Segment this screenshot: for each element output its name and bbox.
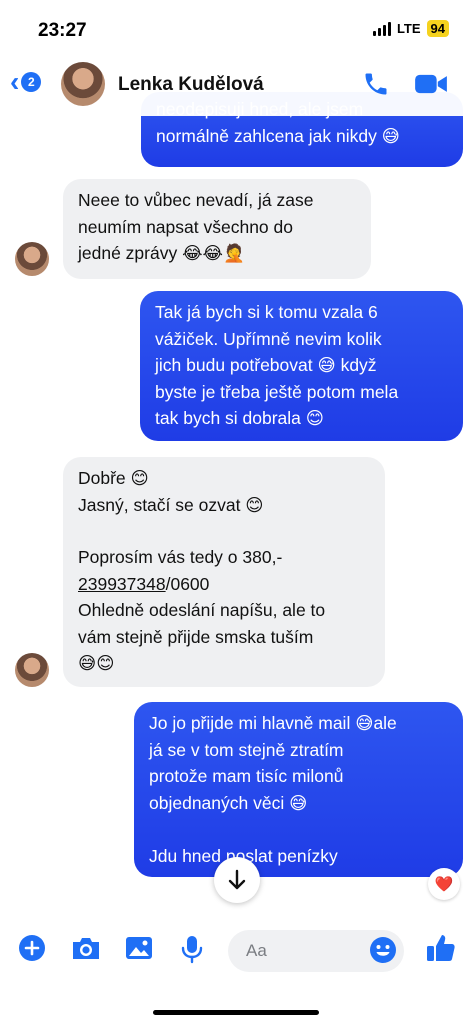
chevron-left-icon: ‹ xyxy=(10,66,20,97)
heart-reaction[interactable]: ❤️ xyxy=(428,868,460,900)
back-button[interactable]: ‹ 2 xyxy=(10,66,42,97)
message-incoming[interactable]: Neee to vůbec nevadí, já zase neumím nap… xyxy=(63,179,371,279)
chat-header: ‹ 2 Lenka Kudělová xyxy=(0,52,473,116)
plus-icon[interactable] xyxy=(18,934,46,967)
image-icon[interactable] xyxy=(124,934,154,967)
message-outgoing[interactable]: Tak já bych si k tomu vzala 6 vážiček. U… xyxy=(140,291,463,441)
account-suffix: /0600 xyxy=(165,573,210,594)
home-indicator xyxy=(153,1010,319,1015)
message-text: Tak já bych si k tomu vzala 6 vážiček. U… xyxy=(155,302,399,428)
network-label: LTE xyxy=(396,21,421,36)
message-text: Jo jo přijde mi hlavně mail 😅ale já se v… xyxy=(149,713,397,866)
message-text: Neee to vůbec nevadí, já zase neumím nap… xyxy=(78,190,314,263)
message-line: Jasný, stačí se ozvat 😊 xyxy=(78,494,264,515)
message-line: Poprosím vás tedy o 380,- xyxy=(78,547,283,567)
signal-icon xyxy=(372,21,391,36)
scroll-to-bottom-button[interactable] xyxy=(214,857,260,903)
emoji-icon[interactable] xyxy=(369,936,397,969)
contact-avatar[interactable] xyxy=(61,62,105,106)
status-time: 23:27 xyxy=(38,20,87,41)
account-number: 239937348/0600 xyxy=(78,571,370,598)
message-list[interactable]: neodepisuji hned, ale jsem normálně zahl… xyxy=(0,92,473,916)
message-line: Ohledně odeslání napíšu, ale to vám stej… xyxy=(78,600,326,673)
contact-name[interactable]: Lenka Kudělová xyxy=(118,74,264,96)
microphone-icon[interactable] xyxy=(180,934,204,969)
message-line: Dobře 😊 xyxy=(78,468,149,488)
message-incoming[interactable]: Dobře 😊 Jasný, stačí se ozvat 😊 Poprosím… xyxy=(63,457,385,687)
camera-icon[interactable] xyxy=(70,934,102,967)
status-bar: 23:27 LTE 94 xyxy=(0,0,473,52)
thumbs-up-icon[interactable] xyxy=(425,932,457,969)
arrow-down-icon xyxy=(228,869,246,890)
unread-count-badge: 2 xyxy=(21,72,42,92)
video-call-icon[interactable] xyxy=(414,70,448,103)
battery-level: 94 xyxy=(426,20,449,37)
sender-avatar xyxy=(15,653,49,687)
account-number-link[interactable]: 239937348 xyxy=(78,574,166,594)
sender-avatar xyxy=(15,242,49,276)
heart-icon: ❤️ xyxy=(434,876,454,893)
message-outgoing[interactable]: Jo jo přijde mi hlavně mail 😅ale já se v… xyxy=(134,702,463,877)
status-indicators: LTE 94 xyxy=(372,20,449,37)
message-blank-line xyxy=(78,518,370,544)
message-composer xyxy=(0,916,473,986)
phone-icon[interactable] xyxy=(362,70,390,103)
